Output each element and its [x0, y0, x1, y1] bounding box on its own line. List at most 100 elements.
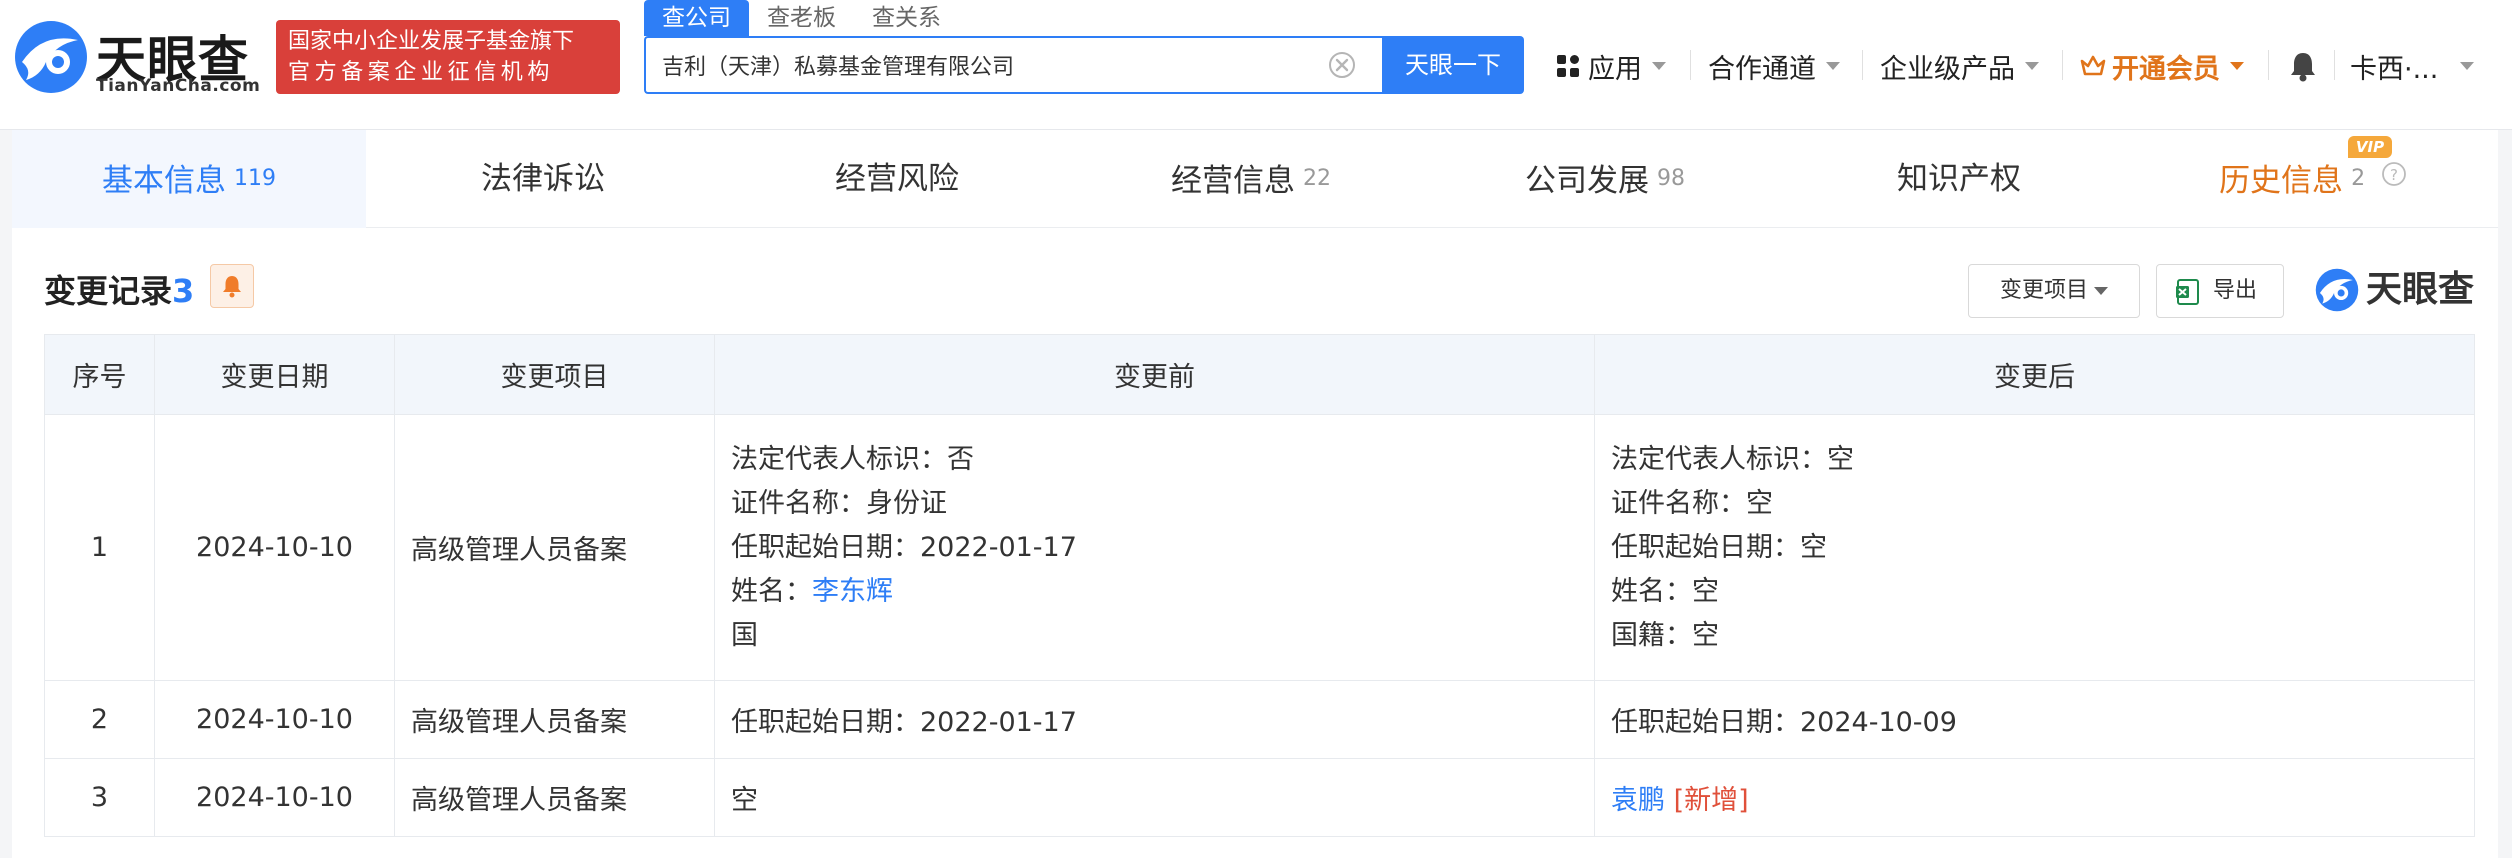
watermark-text: 天眼查 [2366, 269, 2475, 310]
nav-vip[interactable]: 开通会员 [2080, 44, 2244, 88]
cell-item: 高级管理人员备案 [394, 414, 715, 681]
monitor-button[interactable] [210, 264, 254, 308]
tab-company-development[interactable]: 公司发展 98 [1428, 130, 1782, 228]
cell-date: 2024-10-10 [154, 758, 395, 837]
nav-apps[interactable]: 应用 [1556, 44, 1666, 88]
tab-count: 2 [2351, 166, 2366, 191]
tianyancha-logo[interactable]: 天眼查 TianYanCha.com [12, 18, 262, 98]
detail-tabs: 基本信息 119 法律诉讼 经营风险 经营信息 22 公司发展 98 知识产权 历史信… [12, 130, 2498, 228]
before-line: 法定代表人标识：否 [731, 443, 974, 475]
bell-icon [223, 276, 241, 298]
nav-divider [1862, 50, 1863, 80]
chevron-down-icon [2094, 287, 2108, 295]
tab-intellectual-property[interactable]: 知识产权 [1782, 130, 2136, 228]
nav-divider [1690, 50, 1691, 80]
nav-user[interactable]: 卡西·... [2350, 44, 2475, 88]
tab-label: 历史信息 [2219, 163, 2344, 199]
after-line: 法定代表人标识：空 [1611, 443, 1854, 475]
badge-line-1: 国家中小企业发展子基金旗下 [288, 29, 575, 54]
excel-icon [2176, 279, 2199, 305]
cell-before: 法定代表人标识：否 证件名称：身份证 任职起始日期：2022-01-17 姓名：… [714, 414, 1595, 681]
search-tab-company[interactable]: 查公司 [644, 0, 749, 36]
clear-icon[interactable] [1328, 51, 1356, 79]
nav-enterprise[interactable]: 企业级产品 [1880, 44, 2039, 88]
after-line: 证件名称：空 [1611, 487, 1773, 519]
tab-count: 98 [1657, 166, 1685, 191]
change-item-filter[interactable]: 变更项目 [1968, 264, 2140, 318]
before-line: 证件名称：身份证 [731, 487, 947, 519]
company-detail-panel: 基本信息 119 法律诉讼 经营风险 经营信息 22 公司发展 98 知识产权 历史信… [12, 130, 2498, 858]
official-badge: 国家中小企业发展子基金旗下 官方备案企业征信机构 [276, 20, 620, 94]
crown-icon [2080, 55, 2106, 76]
search-input[interactable] [662, 38, 1312, 92]
search-tab-boss[interactable]: 查老板 [749, 0, 854, 36]
cell-index: 3 [44, 758, 155, 837]
tab-label: 公司发展 [1525, 163, 1649, 199]
after-line: 任职起始日期：空 [1611, 531, 1827, 563]
cell-index: 1 [44, 414, 155, 681]
tab-count: 22 [1303, 166, 1331, 191]
search-button[interactable]: 天眼一下 [1382, 36, 1524, 94]
cell-index: 2 [44, 680, 155, 759]
cell-before: 任职起始日期：2022-01-17 [714, 680, 1595, 759]
person-link[interactable]: 李东辉 [812, 576, 893, 607]
tab-label: 经营风险 [835, 161, 959, 197]
table-row: 1 2024-10-10 高级管理人员备案 法定代表人标识：否 证件名称：身份证… [44, 414, 2475, 681]
header-index: 序号 [44, 334, 155, 415]
tab-basic-info[interactable]: 基本信息 119 [12, 130, 366, 228]
tab-business-info[interactable]: 经营信息 22 [1074, 130, 1428, 228]
nav-vip-label: 开通会员 [2112, 53, 2220, 85]
logo-domain: TianYanCha.com [96, 76, 261, 96]
tab-litigation[interactable]: 法律诉讼 [366, 130, 720, 228]
bell-icon[interactable] [2288, 50, 2318, 82]
chevron-down-icon [2025, 62, 2039, 70]
nav-divider [2062, 50, 2063, 80]
cell-date: 2024-10-10 [154, 414, 395, 681]
tab-label: 法律诉讼 [481, 161, 605, 197]
person-link[interactable]: 袁鹏 [1611, 785, 1665, 816]
before-line: 姓名：李东辉 [731, 570, 1578, 614]
search-type-tabs: 查公司 查老板 查关系 [644, 0, 959, 36]
search-box [644, 36, 1382, 94]
chevron-down-icon [1652, 62, 1666, 70]
nav-enterprise-label: 企业级产品 [1880, 53, 2015, 85]
svg-text:?: ? [2390, 166, 2398, 184]
cell-date: 2024-10-10 [154, 680, 395, 759]
table-row: 2 2024-10-10 高级管理人员备案 任职起始日期：2022-01-17 … [44, 680, 2475, 759]
table-row: 3 2024-10-10 高级管理人员备案 空 袁鹏 [新增] [44, 758, 2475, 837]
nav-channels[interactable]: 合作通道 [1708, 44, 1840, 88]
nav-apps-label: 应用 [1588, 53, 1642, 85]
tab-history-info[interactable]: 历史信息 2 ? [2136, 130, 2490, 228]
section-title: 变更记录3 [44, 266, 194, 312]
before-line: 任职起始日期：2022-01-17 [731, 531, 1077, 563]
section-title-label: 变更记录 [44, 272, 173, 310]
tab-count: 119 [234, 166, 276, 191]
badge-line-2: 官方备案企业征信机构 [288, 60, 555, 85]
new-tag: [新增] [1673, 785, 1749, 816]
search-tab-relation[interactable]: 查关系 [854, 0, 959, 36]
table-header-row: 序号 变更日期 变更项目 变更前 变更后 [44, 334, 2475, 415]
eye-logo-icon [15, 21, 87, 93]
cell-item: 高级管理人员备案 [394, 758, 715, 837]
tab-label: 基本信息 [102, 163, 226, 199]
cell-before: 空 [714, 758, 1595, 837]
header-item: 变更项目 [394, 334, 715, 415]
change-record-table: 序号 变更日期 变更项目 变更前 变更后 1 2024-10-10 高级管理人员… [44, 334, 2475, 837]
export-button[interactable]: 导出 [2156, 264, 2284, 318]
nav-divider [2268, 50, 2269, 80]
cell-after: 任职起始日期：2024-10-09 [1594, 680, 2475, 759]
filter-label: 变更项目 [1999, 278, 2088, 303]
grid-icon [1557, 55, 1579, 77]
cell-item: 高级管理人员备案 [394, 680, 715, 759]
name-label: 姓名： [731, 575, 812, 607]
question-icon[interactable]: ? [2381, 161, 2407, 187]
nav-divider [2334, 50, 2335, 80]
top-header: 天眼查 TianYanCha.com 国家中小企业发展子基金旗下 官方备案企业征… [0, 0, 2512, 130]
tab-business-risk[interactable]: 经营风险 [720, 130, 1074, 228]
before-line: 国 [731, 619, 758, 651]
cell-after: 法定代表人标识：空 证件名称：空 任职起始日期：空 姓名：空 国籍：空 [1594, 414, 2475, 681]
tab-label: 经营信息 [1171, 163, 1295, 199]
tab-label: 知识产权 [1897, 161, 2021, 197]
vip-tag: VIP [2348, 136, 2392, 158]
nav-channels-label: 合作通道 [1708, 53, 1816, 85]
